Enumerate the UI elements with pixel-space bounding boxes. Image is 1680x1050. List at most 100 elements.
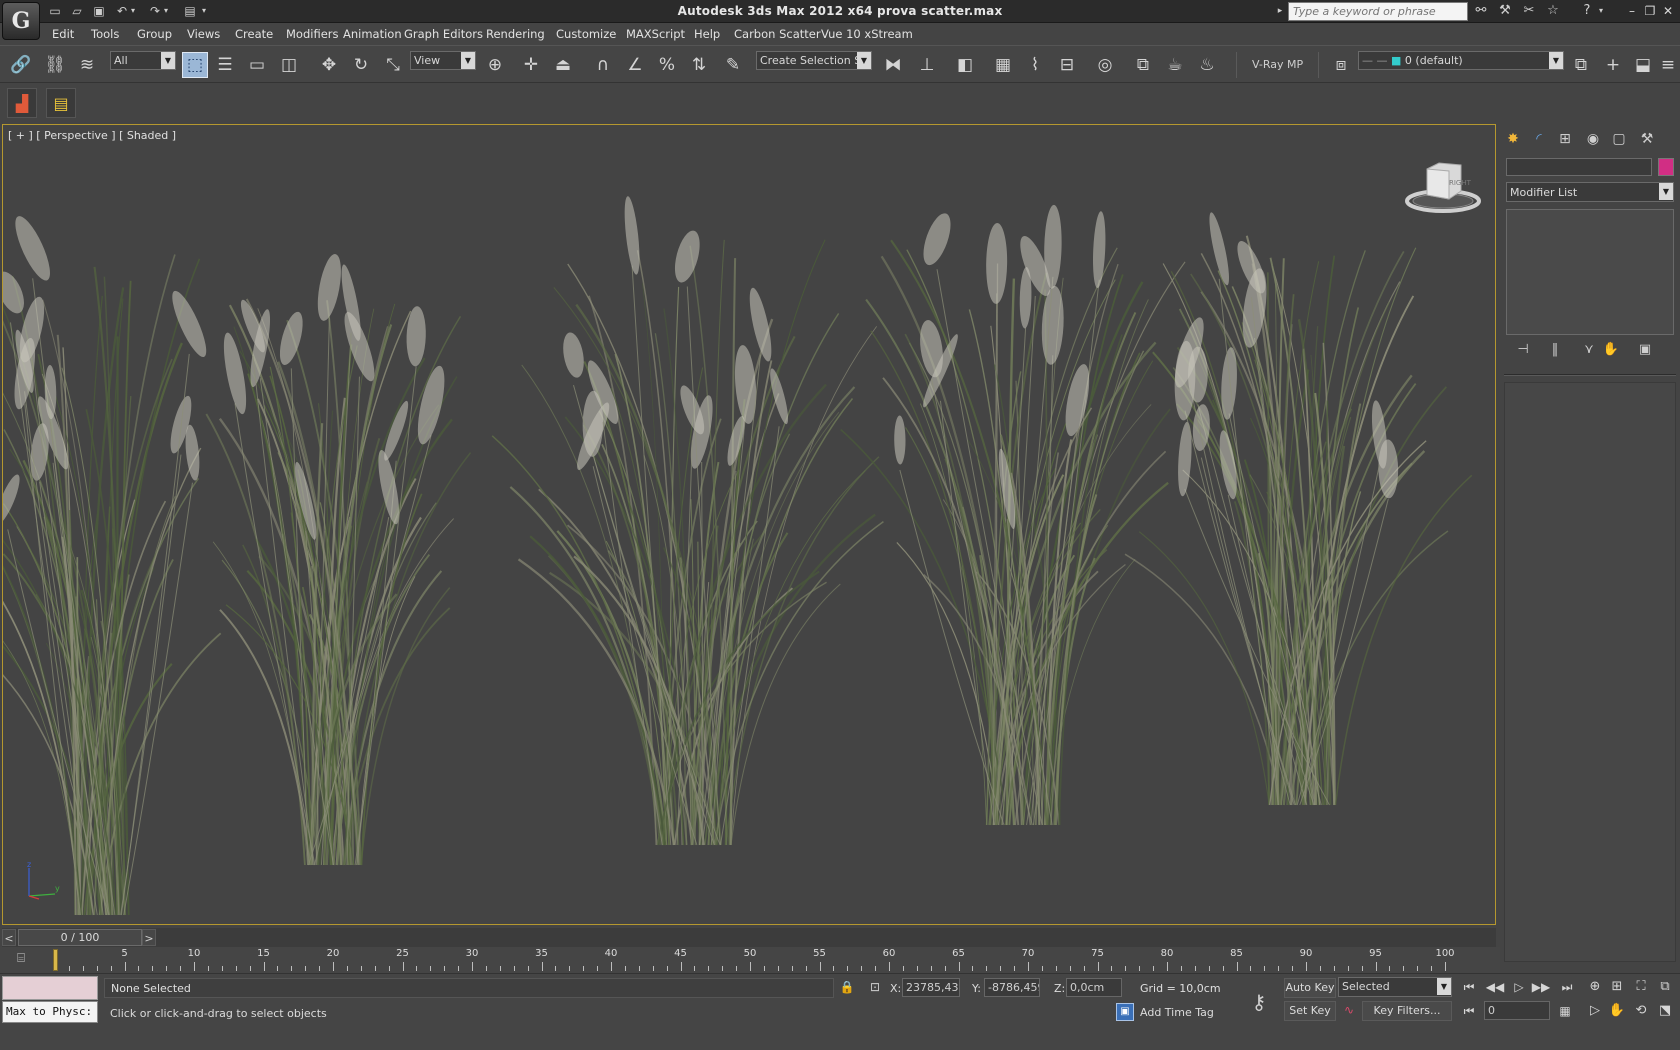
layer-dropdown[interactable]: — — ■ 0 (default) ▼ [1358, 51, 1564, 70]
vray-label[interactable]: V-Ray MP [1252, 58, 1303, 71]
time-slider-prev-button[interactable]: < [2, 929, 16, 946]
mirror-icon[interactable]: ⧓ [880, 52, 906, 78]
help-icon[interactable]: ? [1578, 3, 1596, 19]
viewport-label[interactable]: [ + ] [ Perspective ] [ Shaded ] [8, 129, 176, 142]
menu-vue-xstream[interactable]: Vue 10 xStream [821, 27, 913, 41]
y-coordinate-field[interactable]: -8786,459 [984, 978, 1040, 997]
create-tab-icon[interactable]: ✸ [1502, 128, 1524, 150]
maxscript-input[interactable]: Max to Physc: [2, 1001, 98, 1023]
frame-ruler[interactable]: 5 10 15 20 25 30 35 40 45 50 55 60 65 70 75 80 85 90 95 100 [55, 947, 1455, 973]
menu-graph-editors[interactable]: Graph Editors [404, 27, 483, 41]
select-and-move-icon[interactable]: ✥ [316, 52, 342, 78]
hierarchy-tab-icon[interactable]: ⊞ [1554, 128, 1576, 150]
named-selection-dropdown[interactable]: Create Selection Se ▼ [756, 51, 872, 70]
add-to-layer-icon[interactable]: ⬓ [1630, 52, 1656, 78]
material-editor-icon[interactable]: ◎ [1092, 52, 1118, 78]
menu-tools[interactable]: Tools [91, 27, 119, 41]
key-tools-icon[interactable]: ⚒ [1496, 3, 1514, 19]
snaps-toggle-icon[interactable]: ∩ [590, 52, 616, 78]
percent-snap-icon[interactable]: % [654, 52, 680, 78]
display-tab-icon[interactable]: ▢ [1608, 128, 1630, 150]
window-crossing-icon[interactable]: ◫ [276, 52, 302, 78]
menu-help[interactable]: Help [694, 27, 720, 41]
maximize-viewport-icon[interactable]: ⬔ [1654, 1001, 1676, 1021]
open-file-icon[interactable]: ▱ [68, 3, 86, 19]
maxscript-listener-mini[interactable] [2, 976, 98, 1000]
rectangular-selection-icon[interactable]: ▭ [244, 52, 270, 78]
zoom-extents-all-icon[interactable]: ⧉ [1654, 977, 1676, 997]
menu-modifiers[interactable]: Modifiers [286, 27, 339, 41]
layer-properties-icon[interactable]: ⧉ [1568, 52, 1594, 78]
zoom-all-icon[interactable]: ⊞ [1606, 977, 1628, 997]
motion-tab-icon[interactable]: ◉ [1582, 128, 1604, 150]
render-setup-icon[interactable]: ⧉ [1130, 52, 1156, 78]
perspective-viewport[interactable]: [ + ] [ Perspective ] [ Shaded ] RIGHT z… [2, 124, 1496, 925]
menu-create[interactable]: Create [235, 27, 273, 41]
make-unique-icon[interactable]: ⋎ [1578, 342, 1600, 360]
favorites-star-icon[interactable]: ☆ [1544, 3, 1562, 19]
orbit-icon[interactable]: ⟲ [1630, 1001, 1652, 1021]
graphite-modeling-icon[interactable]: ▦ [990, 52, 1016, 78]
curve-editor-icon[interactable]: ⌇ [1022, 52, 1048, 78]
z-coordinate-field[interactable]: 0,0cm [1066, 978, 1122, 997]
viewcube[interactable]: RIGHT [1403, 159, 1483, 215]
remove-modifier-icon[interactable]: ✋ [1600, 342, 1622, 360]
modifier-list-dropdown[interactable]: Modifier List ▼ [1506, 182, 1674, 202]
modifier-stack[interactable] [1506, 209, 1674, 335]
new-file-icon[interactable]: ▭ [46, 3, 64, 19]
modify-tab-icon[interactable]: ◜ [1528, 128, 1550, 150]
redo-dropdown-icon[interactable]: ▾ [161, 3, 171, 19]
project-folder-icon[interactable]: ▤ [181, 3, 199, 19]
utilities-tab-icon[interactable]: ⚒ [1636, 128, 1658, 150]
edit-named-selection-icon[interactable]: ✎ [720, 52, 746, 78]
auto-key-button[interactable]: Auto Key [1284, 978, 1336, 998]
render-production-icon[interactable]: ♨ [1194, 52, 1220, 78]
object-color-swatch[interactable] [1658, 158, 1674, 176]
zoom-icon[interactable]: ⊕ [1584, 977, 1606, 997]
menu-maxscript[interactable]: MAXScript [626, 27, 685, 41]
spinner-snap-icon[interactable]: ⇅ [686, 52, 712, 78]
infocenter-toggle-icon[interactable]: ▸ [1276, 3, 1284, 19]
key-mode-dropdown[interactable]: Selected ▼ [1338, 977, 1452, 997]
key-tangent-icon[interactable]: ∿ [1340, 1003, 1358, 1019]
rendered-frame-window-icon[interactable]: ☕ [1162, 52, 1188, 78]
add-time-tag[interactable]: Add Time Tag [1140, 1006, 1214, 1019]
set-keys-icon[interactable]: ⚷ [1244, 990, 1274, 1014]
configure-modifier-sets-icon[interactable]: ▣ [1634, 342, 1656, 360]
select-in-layer-icon[interactable]: ≡ [1658, 52, 1678, 78]
go-to-end-icon[interactable]: ⏭ [1556, 977, 1578, 997]
align-icon[interactable]: ⊥ [914, 52, 940, 78]
carbon-scatter-icon[interactable]: ▟ [7, 88, 37, 118]
time-slider[interactable]: < 0 / 100 > [2, 928, 1496, 947]
angle-snap-icon[interactable]: ∠ [622, 52, 648, 78]
layers-icon[interactable]: ⧈ [1328, 52, 1354, 78]
select-and-scale-icon[interactable]: ⤡ [380, 52, 406, 78]
pin-stack-icon[interactable]: ⊣ [1512, 342, 1534, 360]
menu-carbon-scatter[interactable]: Carbon Scatter [734, 27, 821, 41]
time-slider-next-button[interactable]: > [142, 929, 156, 946]
reference-coordinate-dropdown[interactable]: View ▼ [410, 51, 476, 70]
undo-dropdown-icon[interactable]: ▾ [128, 3, 138, 19]
binoculars-icon[interactable]: ⚯ [1472, 3, 1490, 19]
select-and-rotate-icon[interactable]: ↻ [348, 52, 374, 78]
menu-customize[interactable]: Customize [556, 27, 616, 41]
mini-curve-editor-icon[interactable]: ⌸ [10, 951, 32, 969]
play-icon[interactable]: ▷ [1508, 977, 1530, 997]
menu-animation[interactable]: Animation [343, 27, 402, 41]
key-filters-button[interactable]: Key Filters... [1362, 1001, 1452, 1021]
current-frame-marker[interactable] [53, 949, 58, 971]
previous-frame-icon[interactable]: ◀◀ [1484, 977, 1506, 997]
vue-xstream-icon[interactable]: ▤ [46, 88, 76, 118]
save-file-icon[interactable]: ▣ [90, 3, 108, 19]
set-key-button[interactable]: Set Key [1284, 1001, 1336, 1021]
selection-lock-icon[interactable]: 🔒 [838, 980, 856, 996]
menu-views[interactable]: Views [187, 27, 220, 41]
show-end-result-icon[interactable]: ‖ [1544, 342, 1566, 360]
help-dropdown-icon[interactable]: ▾ [1596, 3, 1606, 19]
minimize-icon[interactable]: – [1624, 2, 1640, 20]
select-and-manipulate-icon[interactable]: ✛ [518, 52, 544, 78]
next-frame-icon[interactable]: ▶▶ [1530, 977, 1552, 997]
app-logo-icon[interactable]: G [2, 2, 40, 40]
select-by-name-icon[interactable]: ☰ [212, 52, 238, 78]
create-layer-icon[interactable]: + [1600, 52, 1626, 78]
